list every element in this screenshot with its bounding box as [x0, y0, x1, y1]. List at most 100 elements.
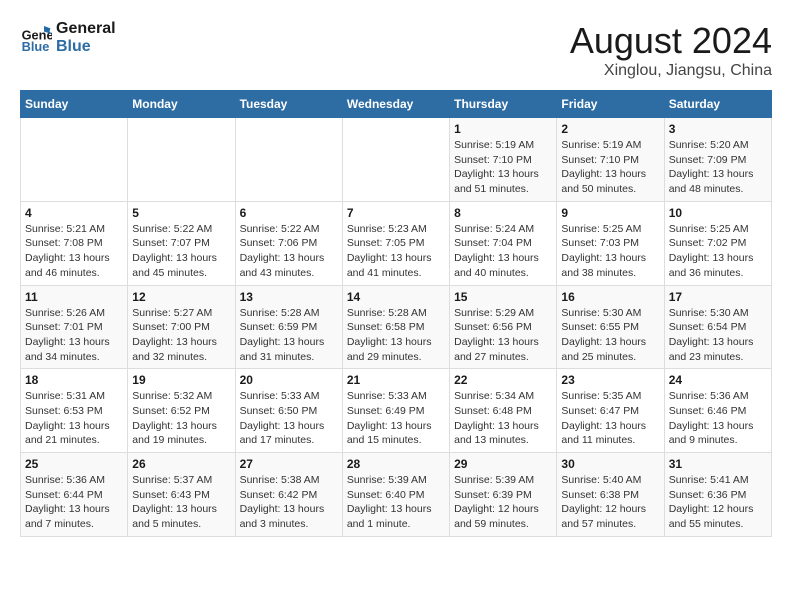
day-info: Sunrise: 5:24 AMSunset: 7:04 PMDaylight:… — [454, 222, 552, 281]
day-info: Sunrise: 5:32 AMSunset: 6:52 PMDaylight:… — [132, 389, 230, 448]
day-number: 12 — [132, 290, 230, 304]
day-info: Sunrise: 5:34 AMSunset: 6:48 PMDaylight:… — [454, 389, 552, 448]
calendar-cell: 10 Sunrise: 5:25 AMSunset: 7:02 PMDayligh… — [664, 201, 771, 285]
calendar-cell: 24 Sunrise: 5:36 AMSunset: 6:46 PMDayligh… — [664, 369, 771, 453]
day-number: 3 — [669, 122, 767, 136]
day-number: 29 — [454, 457, 552, 471]
calendar-cell: 23Sunrise: 5:35 AMSunset: 6:47 PMDayligh… — [557, 369, 664, 453]
calendar-cell: 28 Sunrise: 5:39 AMSunset: 6:40 PMDayligh… — [342, 453, 449, 537]
day-info: Sunrise: 5:39 AMSunset: 6:40 PMDaylight:… — [347, 473, 445, 532]
day-number: 4 — [25, 206, 123, 220]
day-number: 9 — [561, 206, 659, 220]
calendar-cell: 1Sunrise: 5:19 AMSunset: 7:10 PMDaylight… — [450, 118, 557, 202]
day-number: 7 — [347, 206, 445, 220]
day-info: Sunrise: 5:39 AMSunset: 6:39 PMDaylight:… — [454, 473, 552, 532]
weekday-header-row: SundayMondayTuesdayWednesdayThursdayFrid… — [21, 91, 772, 118]
day-info: Sunrise: 5:41 AMSunset: 6:36 PMDaylight:… — [669, 473, 767, 532]
location: Xinglou, Jiangsu, China — [570, 62, 772, 80]
day-info: Sunrise: 5:28 AMSunset: 6:58 PMDaylight:… — [347, 306, 445, 365]
calendar-cell: 11 Sunrise: 5:26 AMSunset: 7:01 PMDayligh… — [21, 285, 128, 369]
calendar-cell: 29 Sunrise: 5:39 AMSunset: 6:39 PMDayligh… — [450, 453, 557, 537]
day-info: Sunrise: 5:23 AMSunset: 7:05 PMDaylight:… — [347, 222, 445, 281]
day-number: 18 — [25, 373, 123, 387]
logo-icon: General Blue — [20, 22, 52, 54]
day-info: Sunrise: 5:25 AMSunset: 7:03 PMDaylight:… — [561, 222, 659, 281]
weekday-header-tuesday: Tuesday — [235, 91, 342, 118]
day-info: Sunrise: 5:19 AMSunset: 7:10 PMDaylight:… — [561, 138, 659, 197]
calendar-cell: 15 Sunrise: 5:29 AMSunset: 6:56 PMDayligh… — [450, 285, 557, 369]
calendar-cell — [128, 118, 235, 202]
day-number: 26 — [132, 457, 230, 471]
day-number: 25 — [25, 457, 123, 471]
calendar-cell: 6 Sunrise: 5:22 AMSunset: 7:06 PMDaylight… — [235, 201, 342, 285]
calendar-week-5: 25 Sunrise: 5:36 AMSunset: 6:44 PMDayligh… — [21, 453, 772, 537]
calendar-week-3: 11 Sunrise: 5:26 AMSunset: 7:01 PMDayligh… — [21, 285, 772, 369]
day-info: Sunrise: 5:22 AMSunset: 7:07 PMDaylight:… — [132, 222, 230, 281]
day-number: 5 — [132, 206, 230, 220]
day-info: Sunrise: 5:20 AMSunset: 7:09 PMDaylight:… — [669, 138, 767, 197]
svg-text:Blue: Blue — [22, 38, 50, 53]
calendar-cell: 16Sunrise: 5:30 AMSunset: 6:55 PMDayligh… — [557, 285, 664, 369]
calendar-cell: 2Sunrise: 5:19 AMSunset: 7:10 PMDaylight… — [557, 118, 664, 202]
day-number: 10 — [669, 206, 767, 220]
day-number: 16 — [561, 290, 659, 304]
calendar-cell: 18 Sunrise: 5:31 AMSunset: 6:53 PMDayligh… — [21, 369, 128, 453]
calendar-cell: 25 Sunrise: 5:36 AMSunset: 6:44 PMDayligh… — [21, 453, 128, 537]
calendar-cell: 27Sunrise: 5:38 AMSunset: 6:42 PMDayligh… — [235, 453, 342, 537]
day-number: 13 — [240, 290, 338, 304]
calendar-cell: 17 Sunrise: 5:30 AMSunset: 6:54 PMDayligh… — [664, 285, 771, 369]
day-info: Sunrise: 5:30 AMSunset: 6:54 PMDaylight:… — [669, 306, 767, 365]
day-number: 21 — [347, 373, 445, 387]
day-number: 17 — [669, 290, 767, 304]
day-info: Sunrise: 5:36 AMSunset: 6:46 PMDaylight:… — [669, 389, 767, 448]
day-info: Sunrise: 5:35 AMSunset: 6:47 PMDaylight:… — [561, 389, 659, 448]
calendar-cell: 14 Sunrise: 5:28 AMSunset: 6:58 PMDayligh… — [342, 285, 449, 369]
weekday-header-saturday: Saturday — [664, 91, 771, 118]
calendar-cell: 30 Sunrise: 5:40 AMSunset: 6:38 PMDayligh… — [557, 453, 664, 537]
day-info: Sunrise: 5:26 AMSunset: 7:01 PMDaylight:… — [25, 306, 123, 365]
calendar-cell: 9 Sunrise: 5:25 AMSunset: 7:03 PMDaylight… — [557, 201, 664, 285]
day-number: 27 — [240, 457, 338, 471]
calendar-cell: 26 Sunrise: 5:37 AMSunset: 6:43 PMDayligh… — [128, 453, 235, 537]
calendar-cell — [21, 118, 128, 202]
day-number: 20 — [240, 373, 338, 387]
day-info: Sunrise: 5:40 AMSunset: 6:38 PMDaylight:… — [561, 473, 659, 532]
calendar-cell: 31Sunrise: 5:41 AMSunset: 6:36 PMDayligh… — [664, 453, 771, 537]
day-number: 6 — [240, 206, 338, 220]
day-number: 19 — [132, 373, 230, 387]
calendar-week-1: 1 Sunrise: 5:19 AMSunset: 7:10 PMDaylight… — [21, 118, 772, 202]
calendar-cell: 7 Sunrise: 5:23 AMSunset: 7:05 PMDaylight… — [342, 201, 449, 285]
day-number: 28 — [347, 457, 445, 471]
weekday-header-friday: Friday — [557, 91, 664, 118]
day-number: 30 — [561, 457, 659, 471]
calendar-cell — [342, 118, 449, 202]
logo: General Blue General Blue — [20, 20, 116, 55]
day-info: Sunrise: 5:36 AMSunset: 6:44 PMDaylight:… — [25, 473, 123, 532]
month-title: August 2024 — [570, 20, 772, 62]
day-info: Sunrise: 5:21 AMSunset: 7:08 PMDaylight:… — [25, 222, 123, 281]
page-header: General Blue General Blue August 2024 Xi… — [20, 20, 772, 80]
day-info: Sunrise: 5:37 AMSunset: 6:43 PMDaylight:… — [132, 473, 230, 532]
calendar-cell: 3 Sunrise: 5:20 AMSunset: 7:09 PMDaylight… — [664, 118, 771, 202]
day-number: 14 — [347, 290, 445, 304]
weekday-header-monday: Monday — [128, 91, 235, 118]
calendar-cell: 13 Sunrise: 5:28 AMSunset: 6:59 PMDayligh… — [235, 285, 342, 369]
calendar: SundayMondayTuesdayWednesdayThursdayFrid… — [20, 90, 772, 537]
day-info: Sunrise: 5:25 AMSunset: 7:02 PMDaylight:… — [669, 222, 767, 281]
logo-line2: Blue — [56, 38, 116, 56]
title-area: August 2024 Xinglou, Jiangsu, China — [570, 20, 772, 80]
calendar-week-2: 4 Sunrise: 5:21 AMSunset: 7:08 PMDaylight… — [21, 201, 772, 285]
day-number: 11 — [25, 290, 123, 304]
day-info: Sunrise: 5:22 AMSunset: 7:06 PMDaylight:… — [240, 222, 338, 281]
calendar-cell — [235, 118, 342, 202]
calendar-cell: 22 Sunrise: 5:34 AMSunset: 6:48 PMDayligh… — [450, 369, 557, 453]
day-info: Sunrise: 5:33 AMSunset: 6:50 PMDaylight:… — [240, 389, 338, 448]
day-info: Sunrise: 5:28 AMSunset: 6:59 PMDaylight:… — [240, 306, 338, 365]
day-info: Sunrise: 5:33 AMSunset: 6:49 PMDaylight:… — [347, 389, 445, 448]
day-info: Sunrise: 5:31 AMSunset: 6:53 PMDaylight:… — [25, 389, 123, 448]
day-number: 15 — [454, 290, 552, 304]
day-number: 22 — [454, 373, 552, 387]
day-number: 1 — [454, 122, 552, 136]
day-number: 24 — [669, 373, 767, 387]
day-info: Sunrise: 5:29 AMSunset: 6:56 PMDaylight:… — [454, 306, 552, 365]
